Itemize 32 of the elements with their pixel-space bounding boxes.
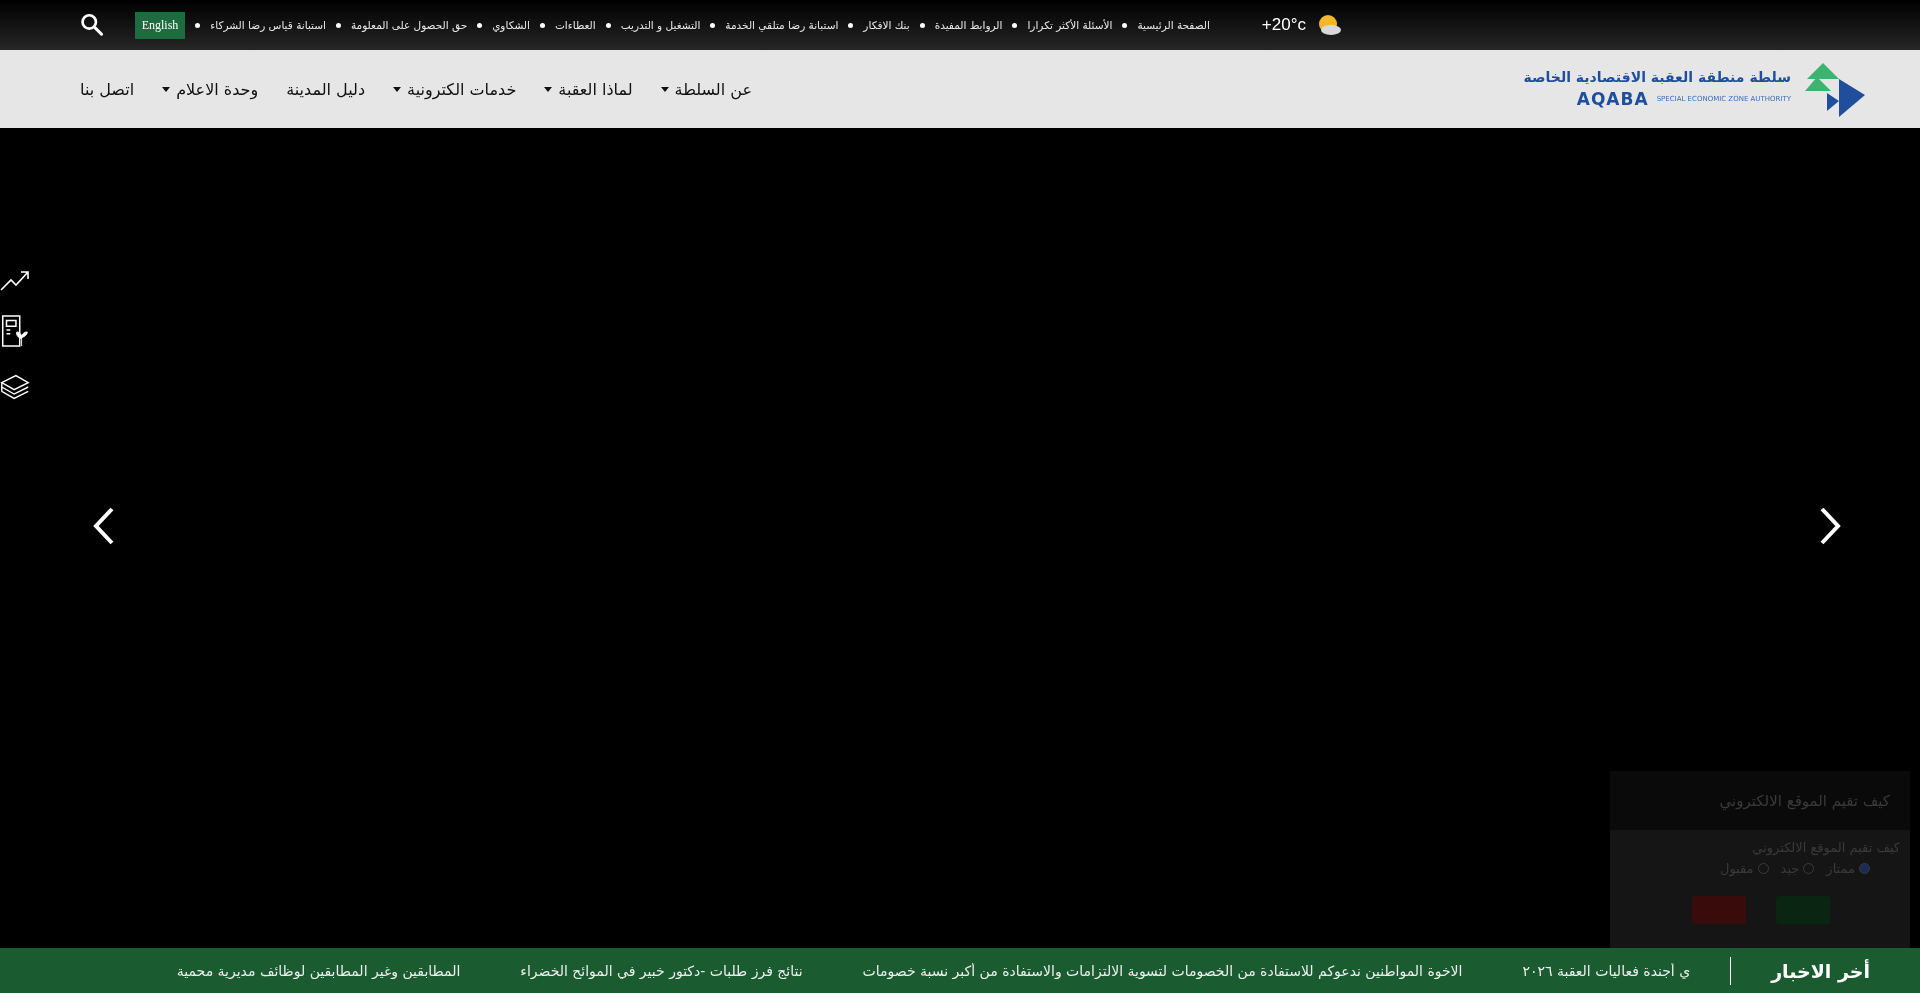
nav-item[interactable]: خدمات الكترونية (393, 79, 517, 99)
caret-icon (162, 86, 171, 92)
logo-latin-name: AQABA (1576, 89, 1649, 109)
caret-icon (660, 86, 669, 92)
top-link[interactable]: العطاءات (554, 19, 596, 31)
nav-item[interactable]: اتصل بنا (80, 79, 135, 99)
trend-chart-icon[interactable] (0, 268, 30, 292)
temperature: +20°c (1261, 15, 1306, 35)
top-link[interactable]: استبانة قياس رضا الشركاء (210, 19, 326, 31)
nav-item[interactable]: عن السلطة (660, 79, 752, 99)
nav-item[interactable]: وحدة الاعلام (162, 79, 259, 99)
top-link[interactable]: الصفحة الرئيسية (1137, 19, 1210, 31)
top-link[interactable]: الأسئلة الأكثر تكرارا (1027, 19, 1113, 31)
nav-item[interactable]: دليل المدينة (286, 79, 366, 99)
radio-button[interactable] (1859, 863, 1870, 874)
top-link[interactable]: بنك الافكار (863, 19, 910, 31)
news-item[interactable]: نتائج فرز طلبات -دكتور خبير في الموائح الخضراء (520, 962, 803, 979)
top-link[interactable]: استبانة رضا متلقي الخدمة (725, 19, 839, 31)
search-icon[interactable] (80, 12, 105, 38)
top-link[interactable]: التشغيل و التدريب (620, 19, 701, 31)
ticker-label: أخر الاخبار (1771, 959, 1870, 982)
top-link[interactable]: الروابط المفيدة (934, 19, 1003, 31)
news-item[interactable]: المطابقين وغير المطابقين لوظائف مديرية محمية (176, 962, 461, 979)
nav-item[interactable]: لماذا العقبة (544, 79, 633, 99)
top-link[interactable]: حق الحصول على المعلومة (350, 19, 468, 31)
caret-icon (393, 86, 402, 92)
caret-icon (544, 86, 553, 92)
weather-icon (1316, 13, 1342, 37)
top-link[interactable]: الشكاوي (492, 19, 530, 31)
document-plant-icon[interactable] (0, 314, 30, 348)
logo-arabic-name: سلطة منطقة العقبة الاقتصادية الخاصة (1523, 69, 1791, 85)
language-button[interactable]: English (134, 11, 186, 39)
